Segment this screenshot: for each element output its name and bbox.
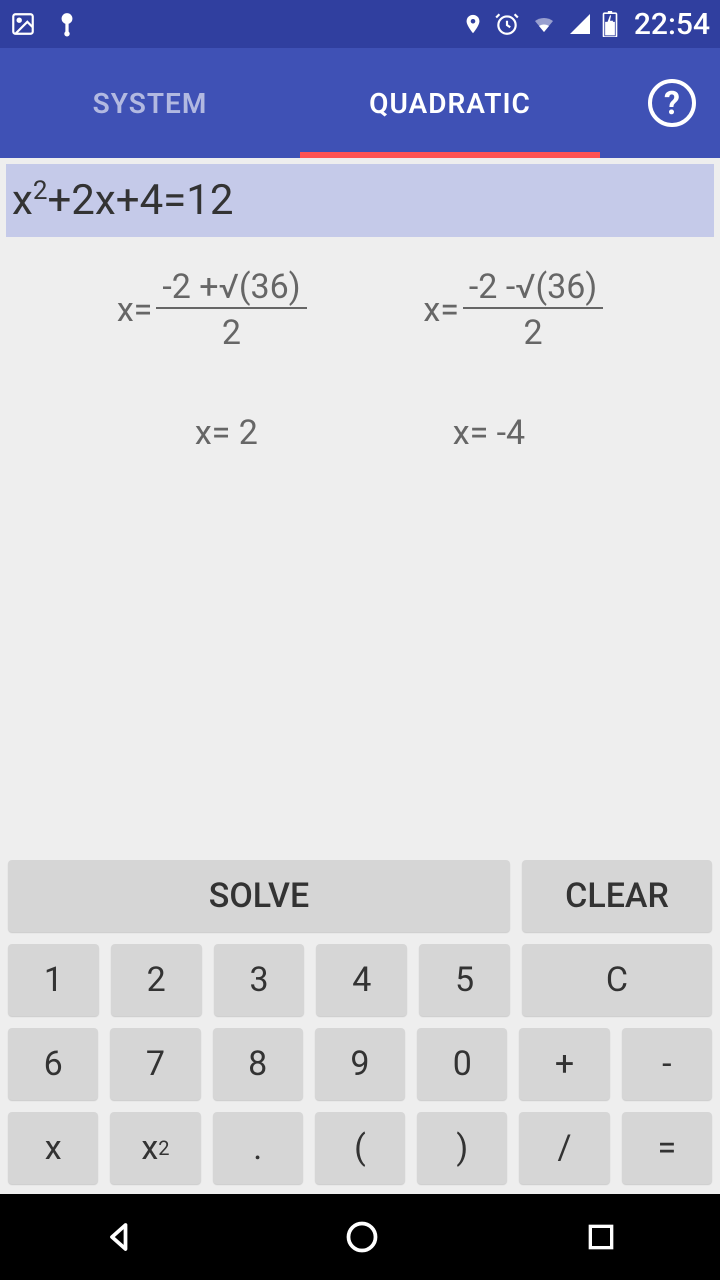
clear-button[interactable]: CLEAR — [522, 860, 712, 932]
formula-denominator: 2 — [523, 309, 542, 353]
root-value-1: x= 2 — [195, 413, 258, 453]
key-dot[interactable]: . — [213, 1112, 303, 1184]
solve-button[interactable]: SOLVE — [8, 860, 510, 932]
key-x[interactable]: x — [8, 1112, 98, 1184]
location-icon — [462, 11, 484, 37]
key-3[interactable]: 3 — [214, 944, 305, 1016]
key-4[interactable]: 4 — [316, 944, 407, 1016]
formula-numerator: -2 -√(36) — [463, 267, 603, 309]
equation-input[interactable]: x2+2x+4=12 — [6, 164, 714, 237]
formula-negative: x= -2 -√(36) 2 — [423, 267, 603, 353]
image-icon — [10, 11, 36, 37]
root-value-2: x= -4 — [453, 413, 525, 453]
home-icon[interactable] — [344, 1219, 380, 1255]
signal-icon — [568, 12, 592, 36]
navigation-bar — [0, 1194, 720, 1280]
key-1[interactable]: 1 — [8, 944, 99, 1016]
key-0[interactable]: 0 — [417, 1028, 507, 1100]
help-button[interactable]: ? — [648, 79, 696, 127]
app-bar: SYSTEM QUADRATIC ? — [0, 48, 720, 158]
key-8[interactable]: 8 — [213, 1028, 303, 1100]
key-minus[interactable]: - — [622, 1028, 712, 1100]
key-9[interactable]: 9 — [315, 1028, 405, 1100]
formula-numerator: -2 +√(36) — [156, 267, 306, 309]
back-icon[interactable] — [103, 1219, 139, 1255]
equation-text-part1: x — [12, 176, 33, 225]
key-2[interactable]: 2 — [111, 944, 202, 1016]
equation-sup: 2 — [33, 176, 48, 206]
formula-prefix: x= — [117, 290, 153, 330]
formula-prefix: x= — [423, 290, 459, 330]
android-debug-icon — [54, 9, 80, 39]
key-equals[interactable]: = — [622, 1112, 712, 1184]
key-plus[interactable]: + — [519, 1028, 609, 1100]
status-bar: 22:54 — [0, 0, 720, 48]
equation-text-part2: +2x+4=12 — [47, 176, 233, 225]
key-x-squared[interactable]: x2 — [110, 1112, 200, 1184]
tab-quadratic[interactable]: QUADRATIC — [300, 48, 600, 158]
keypad: SOLVE CLEAR 1 2 3 4 5 C 6 7 8 9 0 + - x … — [0, 856, 720, 1194]
formula-positive: x= -2 +√(36) 2 — [117, 267, 307, 353]
tab-system[interactable]: SYSTEM — [0, 48, 300, 158]
key-left-paren[interactable]: ( — [315, 1112, 405, 1184]
formula-denominator: 2 — [222, 309, 241, 353]
results-area: x= -2 +√(36) 2 x= -2 -√(36) 2 x= 2 x= -4 — [0, 237, 720, 856]
recent-apps-icon[interactable] — [585, 1221, 617, 1253]
key-divide[interactable]: / — [519, 1112, 609, 1184]
key-6[interactable]: 6 — [8, 1028, 98, 1100]
key-right-paren[interactable]: ) — [417, 1112, 507, 1184]
key-7[interactable]: 7 — [110, 1028, 200, 1100]
wifi-icon — [530, 12, 558, 36]
key-c[interactable]: C — [522, 944, 712, 1016]
status-time: 22:54 — [634, 7, 710, 42]
tab-indicator — [300, 152, 600, 158]
battery-charging-icon — [602, 11, 618, 37]
key-5[interactable]: 5 — [419, 944, 510, 1016]
alarm-icon — [494, 11, 520, 37]
